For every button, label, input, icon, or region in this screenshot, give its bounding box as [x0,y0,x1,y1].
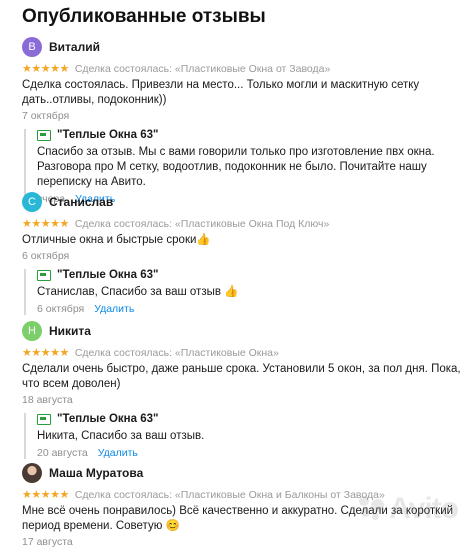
review-item: С Станислав ★★★★★ Сделка состоялась: «Пла… [22,191,462,315]
avatar[interactable]: В [22,37,42,57]
seller-reply: "Теплые Окна 63" Никита, Спасибо за ваш … [24,413,462,459]
review-date: 17 августа [22,536,73,548]
delete-reply-button[interactable]: Удалить [94,303,134,315]
avatar[interactable]: Н [22,321,42,341]
shop-name: "Теплые Окна 63" [57,269,159,281]
reply-text: Никита, Спасибо за ваш отзыв. [37,430,205,442]
deal-info: Сделка состоялась: «Пластиковые Окна Под… [74,217,330,230]
review-item: Н Никита ★★★★★ Сделка состоялась: «Пласти… [22,320,462,459]
author-name[interactable]: Виталий [49,40,100,54]
shop-name: "Теплые Окна 63" [57,129,159,141]
rating-stars: ★★★★★ [22,489,69,501]
rating-stars: ★★★★★ [22,218,69,230]
review-text: Сделка состоялась. Привезли на место... … [22,79,420,106]
avatar[interactable] [22,463,42,483]
review-date: 18 августа [22,394,73,406]
avito-logo-icon [359,496,385,522]
author-name[interactable]: Маша Муратова [49,466,143,480]
avito-watermark: Avito [359,492,459,526]
review-date: 6 октября [22,250,70,262]
deal-info: Сделка состоялась: «Пластиковые Окна и Б… [74,488,385,501]
rating-stars: ★★★★★ [22,63,69,75]
delete-reply-button[interactable]: Удалить [98,447,138,459]
reply-text: Спасибо за отзыв. Мы с вами говорили тол… [37,146,435,188]
review-text: Отличные окна и быстрые сроки👍 [22,234,211,246]
page-title: Опубликованные отзывы [22,6,266,27]
review-item: В Виталий ★★★★★ Сделка состоялась: «Пласт… [22,36,462,205]
reply-text: Станислав, Спасибо за ваш отзыв 👍 [37,286,239,298]
review-text: Сделали очень быстро, даже раньше срока.… [22,363,461,390]
review-date: 7 октября [22,110,70,122]
shop-name: "Теплые Окна 63" [57,413,159,425]
reply-date: 20 августа [37,447,88,459]
author-name[interactable]: Никита [49,324,91,338]
rating-stars: ★★★★★ [22,347,69,359]
deal-info: Сделка состоялась: «Пластиковые Окна от … [74,62,331,75]
deal-info: Сделка состоялась: «Пластиковые Окна» [74,346,279,359]
shop-icon [37,129,51,141]
author-name[interactable]: Станислав [49,195,113,209]
shop-icon [37,413,51,425]
avito-wordmark: Avito [389,492,459,525]
seller-reply: "Теплые Окна 63" Станислав, Спасибо за в… [24,269,462,315]
avatar[interactable]: С [22,192,42,212]
shop-icon [37,269,51,281]
reply-date: 6 октября [37,303,85,315]
